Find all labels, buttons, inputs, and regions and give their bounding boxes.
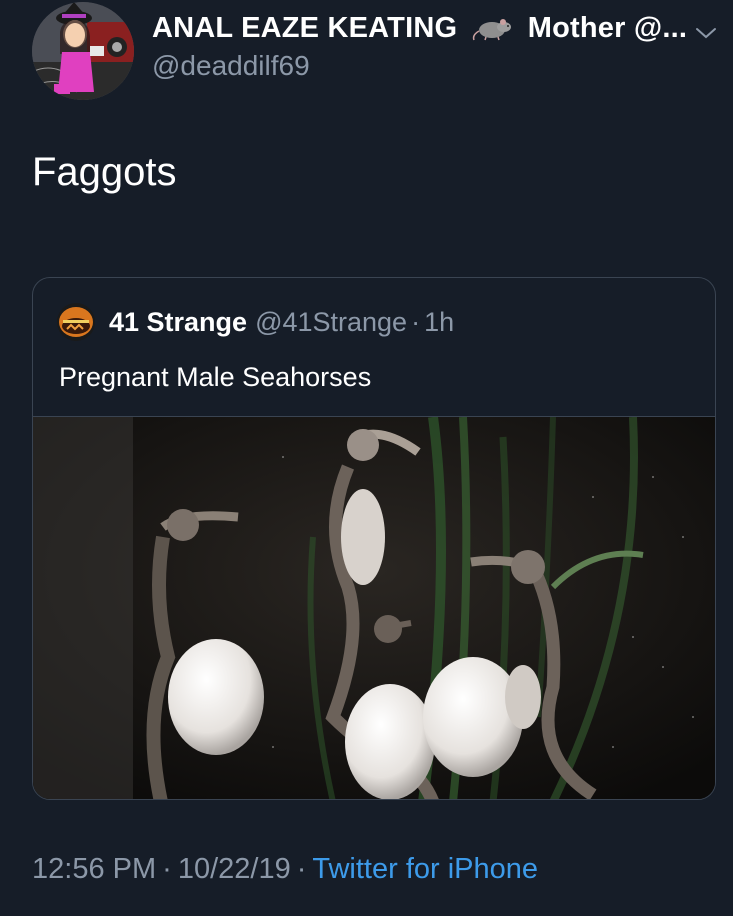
quoted-author-handle[interactable]: @41Strange bbox=[255, 307, 407, 337]
quoted-author-name[interactable]: 41 Strange bbox=[109, 307, 247, 337]
tweet-time: 12:56 PM bbox=[32, 853, 157, 885]
tweet-source-link[interactable]: Twitter for iPhone bbox=[312, 853, 538, 885]
quoted-author-avatar[interactable] bbox=[57, 303, 95, 341]
tweet-meta: 12:56 PM · 10/22/19 · Twitter for iPhone bbox=[32, 853, 538, 886]
author-name-suffix: Mother @... bbox=[527, 12, 688, 44]
author-handle[interactable]: @deaddilf69 bbox=[152, 50, 310, 82]
tweet-text: Faggots bbox=[32, 150, 177, 194]
dot-separator: · bbox=[411, 307, 421, 337]
quoted-tweet-card[interactable]: 41 Strange @41Strange · 1h Pregnant Male Se… bbox=[32, 277, 716, 800]
seahorses-photo[interactable] bbox=[33, 416, 715, 799]
quoted-tweet-text: Pregnant Male Seahorses bbox=[59, 362, 372, 392]
tweet-date: 10/22/19 bbox=[177, 853, 291, 885]
author-avatar[interactable] bbox=[32, 2, 134, 100]
quoted-author-line: 41 Strange @41Strange · 1h bbox=[109, 307, 454, 338]
dot-separator: · bbox=[296, 853, 307, 885]
chevron-down-icon[interactable] bbox=[694, 24, 718, 42]
dot-separator: · bbox=[162, 853, 172, 885]
quoted-tweet-time: 1h bbox=[424, 307, 455, 337]
author-name: ANAL EAZE KEATING bbox=[152, 12, 458, 44]
rat-icon bbox=[472, 15, 514, 41]
author-display-name[interactable]: ANAL EAZE KEATING Mother @... bbox=[152, 12, 687, 45]
